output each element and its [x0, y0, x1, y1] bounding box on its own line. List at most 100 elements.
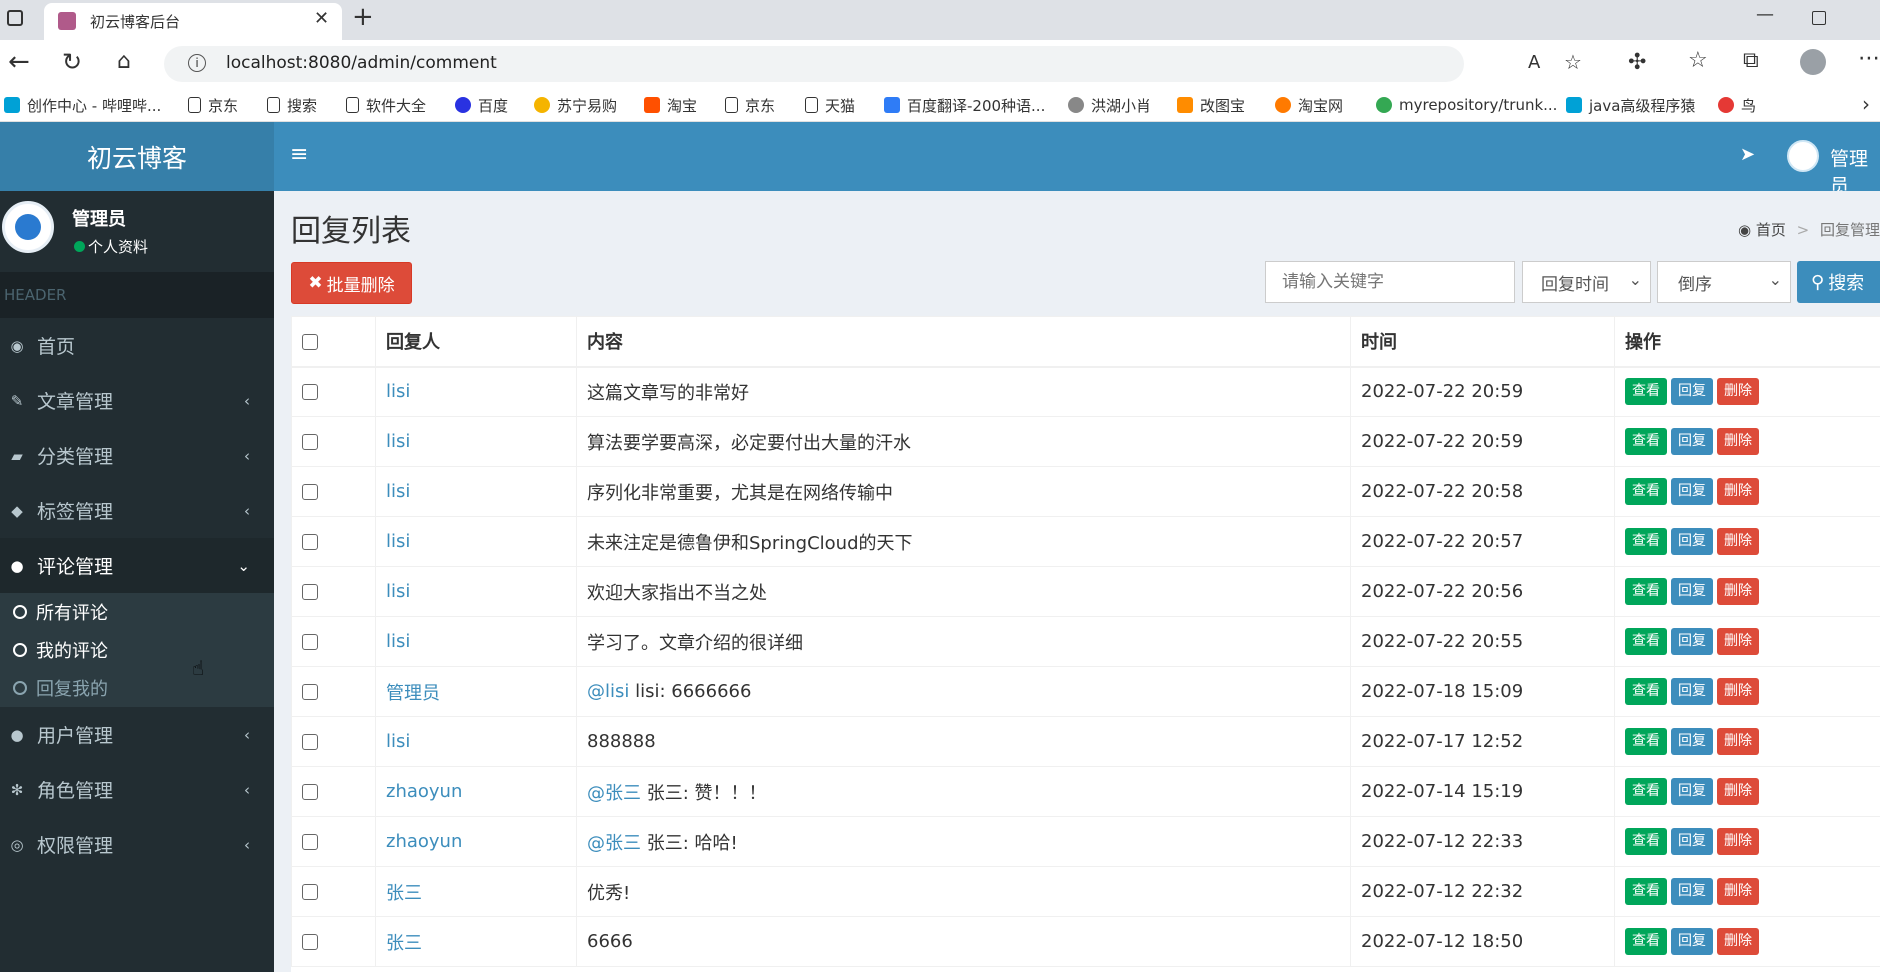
- refresh-icon[interactable]: ↻: [62, 48, 82, 76]
- bookmark[interactable]: 百度: [455, 95, 508, 115]
- row-checkbox[interactable]: [302, 584, 318, 600]
- reply-button[interactable]: 回复: [1671, 528, 1713, 555]
- row-checkbox[interactable]: [302, 684, 318, 700]
- bookmark[interactable]: 京东: [188, 95, 238, 115]
- profile-link[interactable]: 个人资料: [88, 236, 148, 257]
- sidebar-item-tags[interactable]: ◆ 标签管理 ‹: [0, 483, 274, 538]
- reply-button[interactable]: 回复: [1671, 828, 1713, 855]
- reply-button[interactable]: 回复: [1671, 728, 1713, 755]
- delete-button[interactable]: 删除: [1717, 828, 1759, 855]
- bookmark[interactable]: 创作中心 - 哔哩哔...: [4, 95, 161, 115]
- reply-user-link[interactable]: lisi: [386, 731, 410, 752]
- reply-user-link[interactable]: zhaoyun: [386, 831, 462, 852]
- sidebar-item-articles[interactable]: ✎ 文章管理 ‹: [0, 373, 274, 428]
- reply-button[interactable]: 回复: [1671, 678, 1713, 705]
- row-checkbox[interactable]: [302, 434, 318, 450]
- row-checkbox[interactable]: [302, 834, 318, 850]
- reply-user-link[interactable]: 张三: [386, 933, 422, 954]
- view-button[interactable]: 查看: [1625, 528, 1667, 555]
- reply-user-link[interactable]: lisi: [386, 531, 410, 552]
- reply-user-link[interactable]: 张三: [386, 883, 422, 904]
- search-input[interactable]: [1265, 261, 1515, 303]
- delete-button[interactable]: 删除: [1717, 578, 1759, 605]
- address-bar[interactable]: i localhost:8080/admin/comment A ☆: [164, 46, 1582, 82]
- reply-user-link[interactable]: lisi: [386, 381, 410, 402]
- delete-button[interactable]: 删除: [1717, 478, 1759, 505]
- tab-close-icon[interactable]: ✕: [314, 8, 329, 29]
- delete-button[interactable]: 删除: [1717, 878, 1759, 905]
- row-checkbox[interactable]: [302, 484, 318, 500]
- delete-button[interactable]: 删除: [1717, 428, 1759, 455]
- reply-button[interactable]: 回复: [1671, 628, 1713, 655]
- favorites-icon[interactable]: ☆: [1688, 48, 1708, 73]
- profile-avatar[interactable]: [1800, 49, 1826, 75]
- delete-button[interactable]: 删除: [1717, 528, 1759, 555]
- view-button[interactable]: 查看: [1625, 828, 1667, 855]
- row-checkbox[interactable]: [302, 634, 318, 650]
- sidebar-item-comments[interactable]: ● 评论管理 ⌄: [0, 538, 274, 593]
- bookmark[interactable]: 天猫: [805, 95, 855, 115]
- sidebar-subitem-my-comments[interactable]: 我的评论: [0, 631, 274, 669]
- mention-link[interactable]: @张三: [587, 783, 641, 804]
- sidebar-subitem-all-comments[interactable]: 所有评论: [0, 593, 274, 631]
- reply-user-link[interactable]: lisi: [386, 481, 410, 502]
- reply-button[interactable]: 回复: [1671, 578, 1713, 605]
- delete-button[interactable]: 删除: [1717, 678, 1759, 705]
- bookmark[interactable]: 淘宝: [644, 95, 697, 115]
- row-checkbox[interactable]: [302, 934, 318, 950]
- mention-link[interactable]: @lisi: [587, 681, 629, 702]
- top-user-name[interactable]: 管理员: [1830, 144, 1880, 198]
- bookmark[interactable]: 百度翻译-200种语...: [884, 95, 1045, 115]
- view-button[interactable]: 查看: [1625, 428, 1667, 455]
- info-icon[interactable]: i: [188, 54, 206, 72]
- sidebar-item-permissions[interactable]: ◎ 权限管理 ‹: [0, 817, 274, 872]
- url-text[interactable]: localhost:8080/admin/comment: [226, 53, 497, 73]
- home-icon[interactable]: ⌂: [117, 49, 131, 74]
- sidebar-item-categories[interactable]: ▰ 分类管理 ‹: [0, 428, 274, 483]
- view-button[interactable]: 查看: [1625, 778, 1667, 805]
- minimize-icon[interactable]: —: [1756, 4, 1774, 25]
- view-button[interactable]: 查看: [1625, 478, 1667, 505]
- browser-tab[interactable]: 初云博客后台 ✕: [44, 3, 342, 40]
- reply-button[interactable]: 回复: [1671, 478, 1713, 505]
- sidebar-toggle-icon[interactable]: ≡: [290, 142, 308, 167]
- sort-order-select[interactable]: 倒序 ⌄: [1657, 261, 1791, 303]
- mention-link[interactable]: @张三: [587, 833, 641, 854]
- reply-button[interactable]: 回复: [1671, 878, 1713, 905]
- bookmark[interactable]: java高级程序猿: [1566, 95, 1695, 115]
- more-icon[interactable]: ⋯: [1858, 46, 1880, 71]
- extensions-icon[interactable]: ✣: [1628, 50, 1646, 75]
- top-user-avatar[interactable]: [1787, 140, 1819, 172]
- delete-button[interactable]: 删除: [1717, 728, 1759, 755]
- row-checkbox[interactable]: [302, 384, 318, 401]
- row-checkbox[interactable]: [302, 784, 318, 800]
- view-button[interactable]: 查看: [1625, 378, 1667, 406]
- batch-delete-button[interactable]: ✖ 批量删除: [291, 262, 412, 304]
- sidebar-item-home[interactable]: ◉ 首页: [0, 318, 274, 373]
- delete-button[interactable]: 删除: [1717, 378, 1759, 406]
- collections-icon[interactable]: ⧉: [1743, 48, 1759, 73]
- bookmark[interactable]: myrepository/trunk...: [1376, 95, 1557, 115]
- breadcrumb-home[interactable]: 首页: [1756, 221, 1786, 239]
- view-button[interactable]: 查看: [1625, 628, 1667, 655]
- bookmarks-overflow-icon[interactable]: ›: [1862, 92, 1870, 116]
- sidebar-item-roles[interactable]: ✻ 角色管理 ‹: [0, 762, 274, 817]
- delete-button[interactable]: 删除: [1717, 628, 1759, 655]
- favorite-add-icon[interactable]: ☆: [1564, 50, 1582, 74]
- navigate-icon[interactable]: ➤: [1740, 144, 1755, 165]
- reply-user-link[interactable]: zhaoyun: [386, 781, 462, 802]
- bookmark[interactable]: 鸟: [1718, 95, 1756, 115]
- view-button[interactable]: 查看: [1625, 678, 1667, 705]
- bookmark[interactable]: 淘宝网: [1275, 95, 1343, 115]
- reply-user-link[interactable]: lisi: [386, 631, 410, 652]
- sidebar-subitem-replies-to-me[interactable]: 回复我的: [0, 669, 274, 707]
- reply-button[interactable]: 回复: [1671, 428, 1713, 455]
- bookmark[interactable]: 洪湖小肖: [1068, 95, 1151, 115]
- delete-button[interactable]: 删除: [1717, 928, 1759, 955]
- view-button[interactable]: 查看: [1625, 578, 1667, 605]
- reply-user-link[interactable]: lisi: [386, 581, 410, 602]
- read-aloud-icon[interactable]: A: [1528, 52, 1540, 73]
- row-checkbox[interactable]: [302, 884, 318, 900]
- new-tab-icon[interactable]: +: [352, 2, 374, 32]
- bookmark[interactable]: 改图宝: [1177, 95, 1245, 115]
